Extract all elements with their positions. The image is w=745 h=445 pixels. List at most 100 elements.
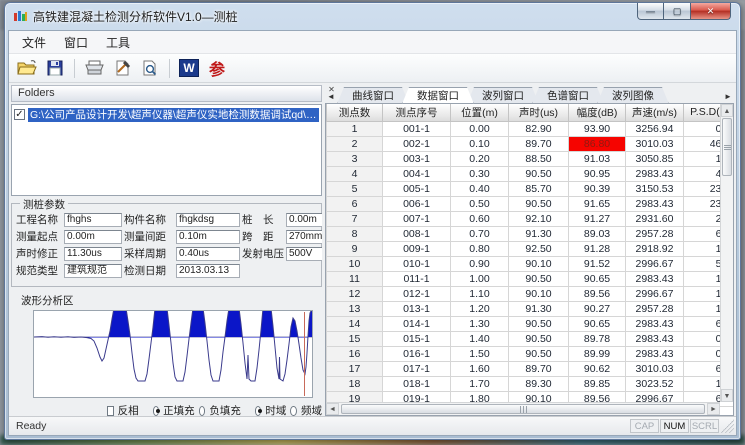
print-preview-button[interactable] [138,57,162,80]
table-row[interactable]: 11011-11.0090.5090.652983.431.60 [327,271,735,286]
table-cell[interactable]: 16 [327,346,383,361]
folder-checkbox[interactable]: ✓ [14,109,25,120]
table-cell[interactable]: 3150.53 [626,181,684,196]
table-cell[interactable]: 1.60 [451,361,509,376]
table-cell[interactable]: 001-1 [383,121,451,136]
table-cell[interactable]: 012-1 [383,286,451,301]
table-cell[interactable]: 1.40 [451,331,509,346]
resize-grip-icon[interactable] [721,419,734,433]
invert-checkbox[interactable] [107,406,114,416]
table-cell[interactable]: 2983.43 [626,316,684,331]
table-cell[interactable]: 85.70 [509,181,569,196]
table-cell[interactable]: 7 [327,211,383,226]
table-cell[interactable]: 2983.43 [626,166,684,181]
menu-file[interactable]: 文件 [13,31,55,54]
table-cell[interactable]: 91.30 [509,301,569,316]
table-cell[interactable]: 002-1 [383,136,451,151]
table-cell[interactable]: 014-1 [383,316,451,331]
table-cell[interactable]: 2 [327,136,383,151]
table-row[interactable]: 14014-11.3090.5090.652983.436.40 [327,316,735,331]
table-row[interactable]: 18018-11.7089.3089.853023.521.60 [327,376,735,391]
table-cell[interactable]: 1 [327,121,383,136]
table-row[interactable]: 17017-11.6089.7090.623010.036.40 [327,361,735,376]
table-cell[interactable]: 89.99 [569,346,626,361]
table-cell[interactable]: 017-1 [383,361,451,376]
table-row[interactable]: 5005-10.4085.7090.393150.53230.4 [327,181,735,196]
table-cell[interactable]: 13 [327,301,383,316]
table-cell[interactable]: 004-1 [383,166,451,181]
table-cell[interactable]: 14 [327,316,383,331]
table-cell[interactable]: 005-1 [383,181,451,196]
folder-list[interactable]: ✓ G:\公司产品设计开发\超声仪器\超声仪实地检测数据调试qd\qd03\qd… [11,104,322,196]
param-field[interactable]: 270mm [286,230,322,244]
param-field[interactable]: 0.00m [64,230,122,244]
param-field[interactable]: 11.30us [64,247,122,261]
maximize-button[interactable]: ▢ [664,3,690,20]
table-cell[interactable]: 1.20 [451,301,509,316]
table-cell[interactable]: 89.03 [569,226,626,241]
folder-path[interactable]: G:\公司产品设计开发\超声仪器\超声仪实地检测数据调试qd\qd03\qd03… [28,108,319,122]
table-row[interactable]: 15015-11.4090.5089.782983.430.00 [327,331,735,346]
table-cell[interactable]: 016-1 [383,346,451,361]
tab-色谱窗口[interactable]: 色谱窗口 [532,87,604,104]
tab-波列窗口[interactable]: 波列窗口 [467,87,539,104]
table-cell[interactable]: 1.30 [451,316,509,331]
table-cell[interactable]: 6 [327,196,383,211]
menu-window[interactable]: 窗口 [55,31,97,54]
table-cell[interactable]: 1.10 [451,286,509,301]
table-cell[interactable]: 92.10 [509,211,569,226]
horizontal-scrollbar[interactable]: ◄ ► [326,402,720,415]
table-cell[interactable]: 2983.43 [626,346,684,361]
scroll-down-icon[interactable]: ▼ [721,389,733,402]
table-cell[interactable]: 93.90 [569,121,626,136]
table-row[interactable]: 7007-10.6092.1091.272931.6025.6 [327,211,735,226]
param-field[interactable]: 0.10m [176,230,240,244]
table-cell[interactable]: 011-1 [383,271,451,286]
horizontal-scroll-thumb[interactable] [341,404,705,414]
radio-freq-domain[interactable] [290,406,297,416]
table-cell[interactable]: 10 [327,256,383,271]
tab-曲线窗口[interactable]: 曲线窗口 [337,87,409,104]
table-cell[interactable]: 3256.94 [626,121,684,136]
param-field[interactable]: 500V [286,247,322,261]
table-cell[interactable]: 0.20 [451,151,509,166]
table-cell[interactable]: 90.50 [509,316,569,331]
table-cell[interactable]: 91.65 [569,196,626,211]
save-button[interactable] [43,57,67,80]
table-cell[interactable]: 006-1 [383,196,451,211]
page-setup-button[interactable] [110,57,134,80]
table-cell[interactable]: 2918.92 [626,241,684,256]
waveform-plot[interactable] [33,310,313,398]
table-row[interactable]: 3003-10.2088.5091.033050.8514.4 [327,151,735,166]
table-row[interactable]: 9009-10.8092.5091.282918.9214.4 [327,241,735,256]
table-cell[interactable]: 8 [327,226,383,241]
table-cell[interactable]: 0.10 [451,136,509,151]
table-row[interactable]: 6006-10.5090.5091.652983.43230.4 [327,196,735,211]
column-header[interactable]: 位置(m) [451,104,509,121]
table-cell[interactable]: 007-1 [383,211,451,226]
table-cell[interactable]: 91.27 [569,211,626,226]
table-cell[interactable]: 90.39 [569,181,626,196]
table-cell[interactable]: 010-1 [383,256,451,271]
table-cell[interactable]: 89.85 [569,376,626,391]
table-cell[interactable]: 2957.28 [626,226,684,241]
table-cell[interactable]: 003-1 [383,151,451,166]
radio-fill-negative[interactable] [199,406,206,416]
table-cell[interactable]: 90.65 [569,316,626,331]
table-cell[interactable]: 008-1 [383,226,451,241]
table-cell[interactable]: 018-1 [383,376,451,391]
tab-数据窗口[interactable]: 数据窗口 [402,87,474,104]
table-cell[interactable]: 0.60 [451,211,509,226]
table-cell[interactable]: 0.90 [451,256,509,271]
table-cell[interactable]: 1.50 [451,346,509,361]
table-cell[interactable]: 0.00 [451,121,509,136]
table-cell[interactable]: 90.65 [569,271,626,286]
table-row[interactable]: 13013-11.2091.3090.272957.2814.4 [327,301,735,316]
open-file-button[interactable] [15,57,39,80]
table-cell[interactable]: 2996.67 [626,286,684,301]
table-cell[interactable]: 0.70 [451,226,509,241]
vertical-scrollbar[interactable]: ▲ ▼ [720,104,733,402]
table-cell[interactable]: 2931.60 [626,211,684,226]
tab-scroll-right-icon[interactable]: ► [722,90,734,104]
table-cell[interactable]: 9 [327,241,383,256]
